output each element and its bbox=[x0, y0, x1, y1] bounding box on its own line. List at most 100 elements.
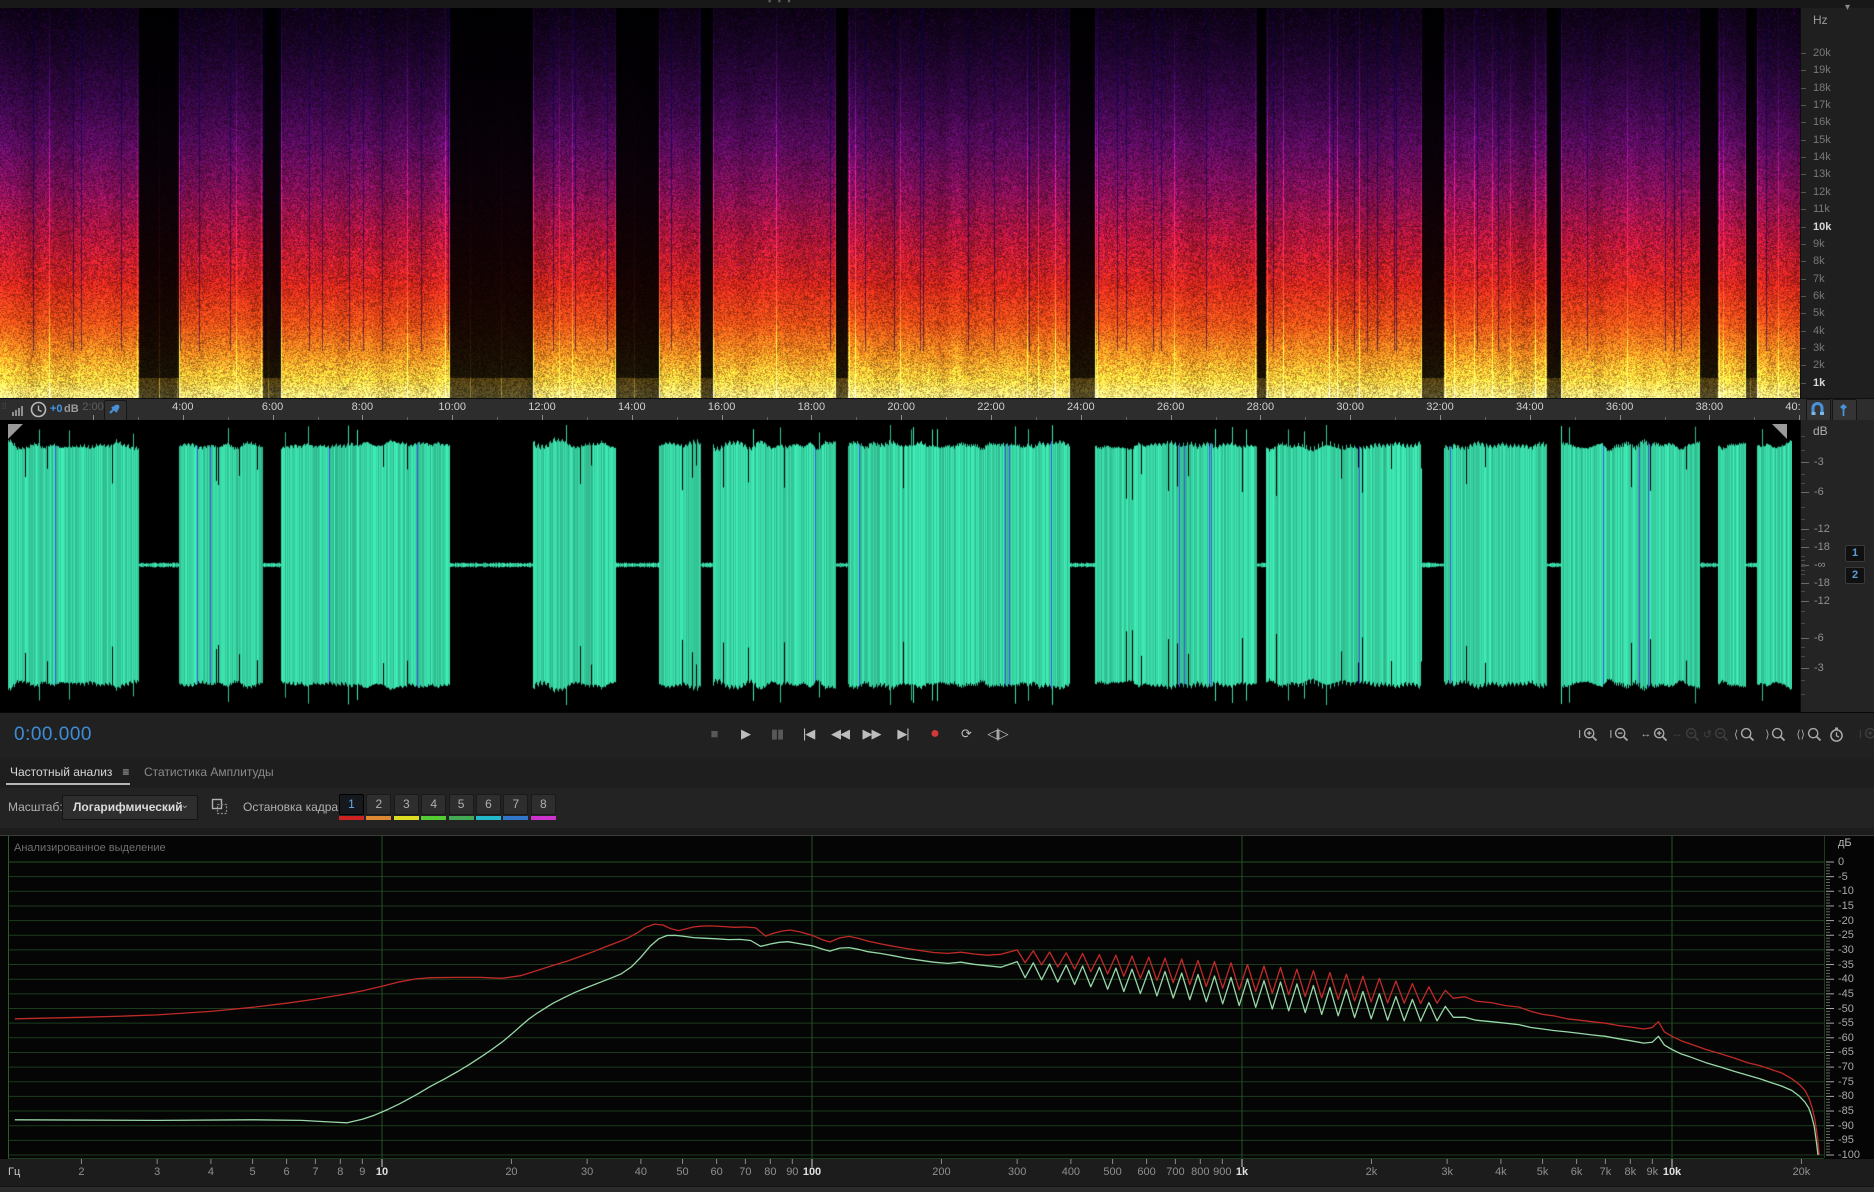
db-tick-minor bbox=[1801, 483, 1805, 485]
hold-button-7[interactable]: 7 bbox=[503, 794, 529, 815]
timeline-label: 22:00 bbox=[977, 401, 1005, 413]
tab-frequency-analysis[interactable]: Частотный анализ ≡ bbox=[10, 765, 129, 779]
hz-tick-label: 5k bbox=[1813, 307, 1825, 320]
zoom-out-horizontal-button[interactable]: ↔ bbox=[1672, 722, 1701, 746]
db-tick-label: -6 bbox=[1814, 486, 1824, 499]
scrollbar-handle-icon[interactable]: ▪ ▪ ▪ bbox=[768, 0, 793, 6]
db-axis-title: dB bbox=[1813, 424, 1828, 438]
hold-button-8[interactable]: 8 bbox=[530, 794, 556, 815]
transport-bar: 0:00.000 ■ ▶ ▮▮ |◀ ◀◀ ▶▶ ▶| ● ⟳ ◁|▷ Ⅰ Ⅰ ↔ ↔ ↺ ⟨ ⟩ ⟨⟩ Ⅰ bbox=[0, 712, 1874, 760]
hold-color-swatch bbox=[366, 816, 392, 820]
zoom-to-out-point-button[interactable]: ⟩ bbox=[1765, 722, 1787, 746]
playhead-timer-button[interactable] bbox=[1828, 722, 1845, 746]
db-tick-minor bbox=[1801, 519, 1805, 521]
chart-x-label: 60 bbox=[710, 1166, 723, 1178]
clock-icon[interactable] bbox=[30, 401, 47, 418]
db-tick-minor bbox=[1801, 555, 1805, 557]
selection-grip-right-icon[interactable] bbox=[1772, 424, 1787, 439]
hz-tick-mark bbox=[1801, 53, 1806, 54]
fast-forward-button[interactable]: ▶▶ bbox=[858, 721, 886, 747]
skip-to-start-button[interactable]: |◀ bbox=[795, 721, 823, 747]
hz-tick-label: 11k bbox=[1813, 203, 1830, 216]
chart-db-label: -90 bbox=[1838, 1119, 1854, 1132]
panel-menu-icon[interactable]: ≡ bbox=[122, 765, 129, 779]
hz-tick-label: 17k bbox=[1813, 99, 1831, 112]
hold-button-3[interactable]: 3 bbox=[393, 794, 419, 815]
scale-select[interactable]: Логарифмический ⌄ bbox=[62, 795, 198, 820]
timeline-ruler[interactable]: 2:00 4:00 6:00 8:00 10:00 12:00 14:00 16:00 18:0… bbox=[0, 398, 1874, 422]
chart-x-label: 20k bbox=[1792, 1166, 1811, 1178]
zoom-to-selection-button[interactable]: ⟨⟩ bbox=[1796, 722, 1823, 746]
db-tick-label: -3 bbox=[1814, 456, 1824, 469]
selection-grip-left-icon[interactable] bbox=[8, 424, 23, 439]
chart-x-label: 200 bbox=[932, 1166, 951, 1178]
hz-tick-mark bbox=[1801, 330, 1806, 332]
zoom-in-vertical-button[interactable]: Ⅰ bbox=[1578, 722, 1599, 746]
hold-button-1[interactable]: 1 bbox=[339, 794, 364, 815]
hz-tick-mark bbox=[1801, 382, 1806, 384]
timeline-label: 38:00 bbox=[1695, 401, 1724, 413]
timeline-label: 24:00 bbox=[1067, 401, 1095, 413]
chart-x-label: 500 bbox=[1103, 1166, 1122, 1178]
skip-to-end-button[interactable]: ▶| bbox=[889, 721, 917, 747]
analysis-controls: Масштаб: Логарифмический ⌄ Остановка кад… bbox=[0, 788, 1874, 829]
hold-button-5[interactable]: 5 bbox=[448, 794, 474, 815]
pin-button[interactable] bbox=[104, 400, 127, 421]
db-tick bbox=[1801, 462, 1809, 464]
levels-icon[interactable] bbox=[12, 404, 26, 416]
waveform-display[interactable] bbox=[8, 420, 1792, 712]
chevron-down-icon[interactable]: ▾ bbox=[1845, 2, 1850, 13]
tab-amplitude-statistics[interactable]: Статистика Амплитуды bbox=[144, 765, 274, 779]
hold-color-swatch bbox=[393, 816, 419, 820]
loop-playback-button[interactable]: ⟳ bbox=[952, 721, 980, 747]
panel-grip-icon[interactable]: ⁞⁞ bbox=[2, 402, 6, 411]
hold-button-6[interactable]: 6 bbox=[476, 794, 501, 815]
current-time-display[interactable]: 0:00.000 bbox=[14, 724, 92, 746]
channel-badge-2[interactable]: 2 bbox=[1845, 567, 1865, 584]
db-tick-label: -6 bbox=[1814, 631, 1824, 644]
meter-db-value[interactable]: +0 bbox=[50, 403, 63, 415]
pause-button[interactable]: ▮▮ bbox=[763, 721, 791, 747]
audio-editor-window: ▪ ▪ ▪ Hz ▾ 20k 19k 18k 17k 16k 15k 14k 13k 12k 11… bbox=[0, 0, 1874, 1192]
zoom-in-horizontal-button[interactable]: ↔ bbox=[1640, 722, 1669, 746]
spectrogram-display[interactable] bbox=[0, 8, 1800, 398]
chart-annotation: Анализированное выделение bbox=[14, 842, 166, 854]
chart-x-label: 700 bbox=[1166, 1166, 1185, 1178]
frequency-axis: Hz ▾ 20k 19k 18k 17k 16k 15k 14k 13k 12k 11k 10k 9k… bbox=[1800, 2, 1874, 398]
hz-tick-mark bbox=[1801, 261, 1806, 263]
db-tick-minor bbox=[1801, 507, 1805, 509]
hold-button-4[interactable]: 4 bbox=[421, 794, 447, 815]
rewind-button[interactable]: ◀◀ bbox=[826, 721, 854, 747]
frequency-analysis-chart: Анализированное выделение дБ 0 -5 -10 -15 -2… bbox=[0, 828, 1874, 1186]
skip-selection-button[interactable]: ◁|▷ bbox=[984, 721, 1012, 747]
chart-x-label: 6k bbox=[1570, 1166, 1583, 1178]
hold-color-swatch bbox=[448, 816, 474, 820]
hold-button-2[interactable]: 2 bbox=[366, 794, 392, 815]
chevron-down-icon: ⌄ bbox=[180, 800, 189, 811]
db-tick-minor bbox=[1801, 610, 1805, 612]
zoom-vertical-alt-button[interactable]: Ⅰ bbox=[1859, 722, 1874, 746]
copy-snapshot-button[interactable] bbox=[210, 797, 230, 817]
chart-db-label: -20 bbox=[1838, 914, 1854, 927]
timeline-label: 32:00 bbox=[1426, 401, 1454, 413]
zoom-to-in-point-button[interactable]: ⟨ bbox=[1734, 722, 1756, 746]
waveform-panel[interactable] bbox=[0, 420, 1800, 712]
chart-x-label: 50 bbox=[676, 1166, 689, 1178]
chart-x-label: 4k bbox=[1495, 1166, 1507, 1178]
zoom-reset-button[interactable]: ↺ bbox=[1703, 722, 1730, 746]
record-button[interactable]: ● bbox=[921, 721, 949, 747]
snap-toggle-button[interactable] bbox=[1806, 399, 1831, 422]
channel-badge-1[interactable]: 1 bbox=[1845, 545, 1865, 562]
active-tab-underline bbox=[6, 783, 130, 785]
chart-y-axis-title: дБ bbox=[1838, 837, 1852, 849]
chart-x-label: 2k bbox=[1365, 1166, 1378, 1178]
marker-button[interactable] bbox=[1832, 399, 1857, 422]
play-button[interactable]: ▶ bbox=[732, 721, 760, 747]
timeline-label: 6:00 bbox=[261, 401, 284, 413]
zoom-out-vertical-button[interactable]: Ⅰ bbox=[1609, 722, 1630, 746]
chart-db-label: -70 bbox=[1838, 1061, 1854, 1074]
hz-tick-label: 9k bbox=[1813, 237, 1825, 250]
stop-button[interactable]: ■ bbox=[700, 721, 728, 747]
db-tick bbox=[1801, 583, 1809, 585]
chart-x-label: 5k bbox=[1536, 1166, 1549, 1178]
